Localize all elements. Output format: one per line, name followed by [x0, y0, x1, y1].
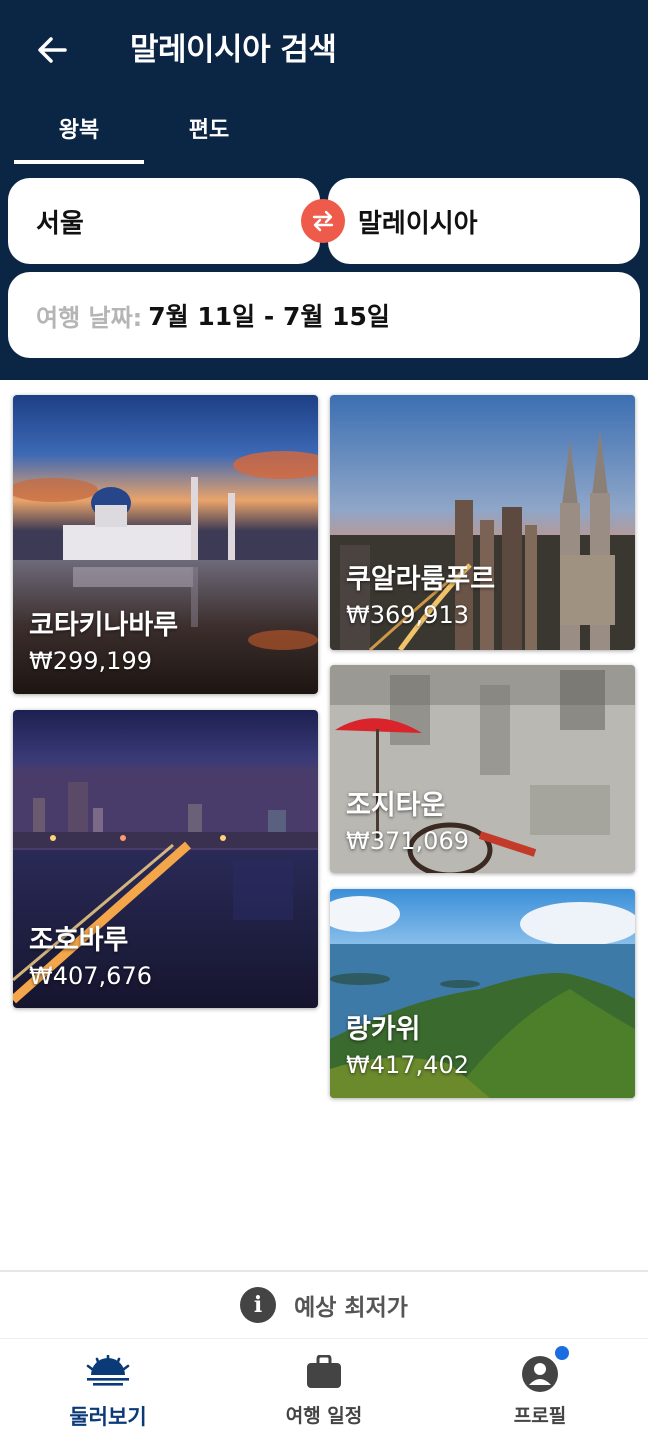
destination-card-kota-kinabalu[interactable]: 코타키나바루 ₩299,199 [13, 395, 318, 694]
bottom-navigation: 둘러보기 여행 일정 프로필 [0, 1338, 648, 1441]
profile-icon [522, 1356, 558, 1392]
destination-price: ₩299,199 [29, 647, 152, 675]
notification-dot [555, 1346, 569, 1360]
nav-item-trips[interactable]: 여행 일정 [216, 1339, 432, 1441]
destination-price: ₩407,676 [29, 962, 152, 990]
destination-card-langkawi[interactable]: 랑카위 ₩417,402 [330, 889, 635, 1098]
info-icon: i [240, 1287, 277, 1323]
back-button[interactable] [30, 28, 74, 72]
travel-dates-label: 여행 날짜: [36, 303, 143, 332]
destination-price: ₩371,069 [346, 827, 469, 855]
nav-item-label: 여행 일정 [285, 1405, 363, 1427]
destination-city: 조호바루 [29, 925, 129, 956]
travel-dates-field[interactable]: 여행 날짜: 7월 11일 - 7월 15일 [8, 272, 640, 358]
destination-city: 랑카위 [346, 1014, 421, 1045]
destination-price: ₩417,402 [346, 1051, 469, 1079]
destination-price: ₩369,913 [346, 601, 469, 629]
tab-active-indicator [14, 160, 144, 164]
swap-arrows-icon [312, 210, 334, 232]
destination-card-kuala-lumpur[interactable]: 쿠알라룸푸르 ₩369,913 [330, 395, 635, 650]
tab-one-way[interactable]: 편도 [144, 106, 274, 164]
destination-field[interactable]: 말레이시아 [328, 178, 640, 264]
header: 말레이시아 검색 왕복 편도 서울 말레이시아 여행 날짜: 7월 11일 - … [0, 0, 648, 380]
estimated-lowest-price-label: 예상 최저가 [294, 1295, 408, 1321]
nav-item-label: 프로필 [513, 1405, 567, 1427]
sunrise-icon [86, 1355, 130, 1386]
destination-city: 조지타운 [346, 790, 446, 821]
destination-city: 코타키나바루 [29, 610, 179, 641]
nav-item-explore[interactable]: 둘러보기 [0, 1339, 216, 1441]
destination-city: 쿠알라룸푸르 [346, 564, 496, 595]
origin-field[interactable]: 서울 [8, 178, 320, 264]
estimated-lowest-price-bar[interactable]: i 예상 최저가 [0, 1270, 648, 1338]
destination-card-johor-bahru[interactable]: 조호바루 ₩407,676 [13, 710, 318, 1008]
trip-type-tabs: 왕복 편도 [14, 106, 284, 164]
tab-round-trip[interactable]: 왕복 [14, 106, 144, 164]
travel-dates-value: 7월 11일 - 7월 15일 [148, 302, 390, 331]
destination-value: 말레이시아 [358, 208, 478, 239]
briefcase-icon [307, 1355, 341, 1388]
arrow-left-icon [38, 37, 67, 63]
destination-card-george-town[interactable]: 조지타운 ₩371,069 [330, 665, 635, 873]
page-title: 말레이시아 검색 [130, 32, 337, 68]
swap-button[interactable] [301, 199, 345, 243]
origin-value: 서울 [36, 208, 84, 239]
nav-item-profile[interactable]: 프로필 [432, 1339, 648, 1441]
nav-item-label: 둘러보기 [69, 1405, 147, 1429]
